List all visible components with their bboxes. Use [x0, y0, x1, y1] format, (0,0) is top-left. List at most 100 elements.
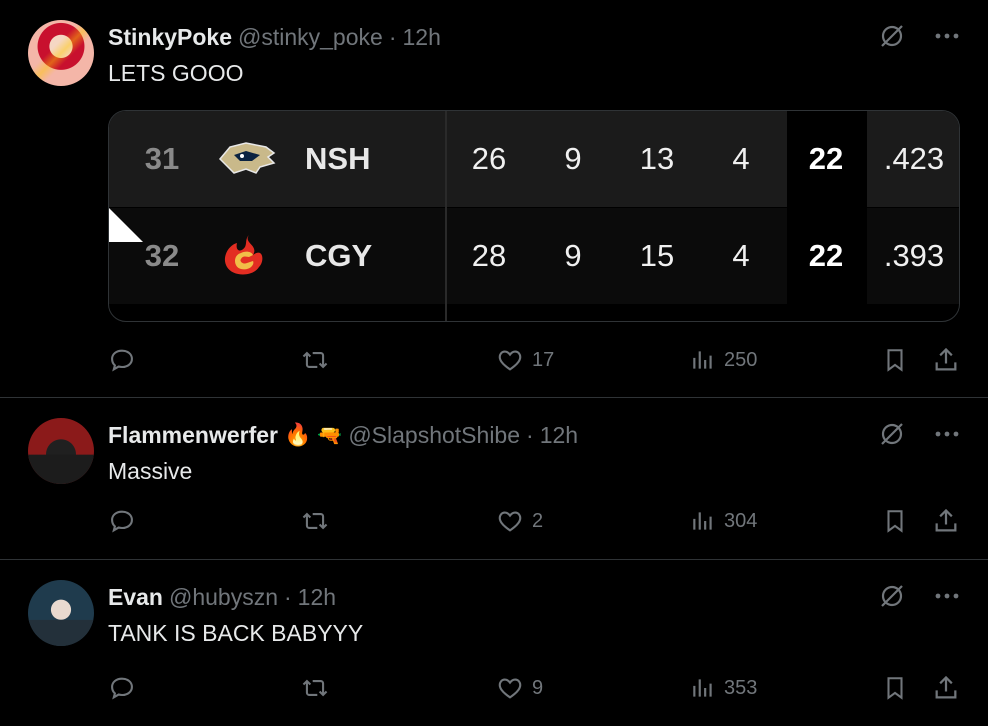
- tweet-top-actions: [878, 420, 960, 448]
- views-icon: [693, 679, 712, 697]
- tweet-actions: 2 304: [108, 505, 960, 537]
- predators-logo-icon: [209, 111, 285, 207]
- retweet-button[interactable]: [300, 346, 330, 374]
- view-count: 304: [724, 509, 758, 532]
- views-button[interactable]: 304: [690, 508, 757, 534]
- like-button[interactable]: 9: [496, 674, 543, 702]
- timeline-feed: StinkyPoke @stinky_poke · 12h LETS GOOO …: [0, 0, 988, 726]
- retweet-button[interactable]: [300, 674, 330, 702]
- reply-button[interactable]: [108, 346, 136, 374]
- more-icon[interactable]: [934, 430, 960, 438]
- tweet-actions: 9 353: [108, 672, 960, 704]
- views-button[interactable]: 353: [690, 675, 757, 701]
- separator-dot: ·: [388, 23, 397, 50]
- team-abbr: NSH: [305, 141, 371, 176]
- grok-icon[interactable]: [878, 420, 906, 448]
- display-name[interactable]: Flammenwerfer: [108, 422, 278, 449]
- more-icon[interactable]: [934, 592, 960, 600]
- tweet-text: Massive: [108, 458, 193, 484]
- like-button[interactable]: 2: [496, 507, 543, 535]
- share-button[interactable]: [932, 674, 960, 702]
- points: 22: [787, 208, 865, 304]
- tweet[interactable]: StinkyPoke @stinky_poke · 12h LETS GOOO …: [0, 0, 988, 398]
- view-count: 250: [724, 348, 758, 371]
- tweet-top-actions: [878, 582, 960, 610]
- flames-logo-icon: [209, 208, 285, 304]
- fire-emoji: 🔥: [284, 422, 312, 447]
- points-pct: .393: [867, 208, 959, 304]
- grok-icon[interactable]: [878, 582, 906, 610]
- points-pct: .423: [867, 111, 959, 207]
- like-button[interactable]: 17: [496, 346, 554, 374]
- column-divider: [865, 111, 867, 321]
- reply-icon: [111, 349, 133, 372]
- bookmark-button[interactable]: [882, 507, 908, 535]
- more-icon[interactable]: [934, 32, 960, 40]
- views-button[interactable]: 250: [690, 347, 757, 373]
- share-button[interactable]: [932, 507, 960, 535]
- display-name[interactable]: StinkyPoke: [108, 24, 232, 51]
- share-icon: [935, 675, 957, 699]
- user-handle[interactable]: @hubyszn: [169, 584, 278, 611]
- games-played: 26: [471, 141, 507, 176]
- timestamp[interactable]: 12h: [402, 24, 440, 51]
- timestamp[interactable]: 12h: [540, 422, 578, 449]
- views-icon: [693, 512, 712, 530]
- reply-button[interactable]: [108, 674, 136, 702]
- reply-button[interactable]: [108, 507, 136, 535]
- gun-emoji: 🔫: [317, 424, 343, 447]
- timestamp[interactable]: 12h: [298, 584, 336, 611]
- points: 22: [787, 111, 865, 207]
- standings-image-card[interactable]: 31 NSH 26 9 13 4 22 .423 32 CGY 28 9 15 …: [108, 110, 960, 322]
- display-name[interactable]: Evan: [108, 584, 163, 611]
- separator-dot: ·: [526, 421, 534, 448]
- losses: 15: [639, 238, 675, 273]
- like-count: 2: [532, 509, 544, 532]
- wins: 9: [564, 238, 582, 273]
- bookmark-icon: [887, 349, 903, 372]
- share-icon: [935, 508, 957, 532]
- tweet-actions: 17 250: [108, 344, 960, 376]
- like-count: 17: [532, 348, 555, 371]
- retweet-icon: [302, 351, 328, 369]
- tweet[interactable]: Flammenwerfer 🔥 🔫 @SlapshotShibe · 12h M…: [0, 398, 988, 560]
- tweet[interactable]: Evan @hubyszn · 12h TANK IS BACK BABYYY …: [0, 560, 988, 726]
- tweet-header: StinkyPoke @stinky_poke · 12h: [108, 22, 441, 52]
- corner-marker: [109, 208, 143, 242]
- avatar[interactable]: [28, 580, 94, 646]
- ot-losses: 4: [732, 141, 750, 176]
- avatar[interactable]: [28, 20, 94, 86]
- retweet-button[interactable]: [300, 507, 330, 535]
- bookmark-icon: [887, 510, 903, 533]
- losses: 13: [639, 141, 675, 176]
- separator-dot: ·: [284, 583, 292, 610]
- tweet-header: Evan @hubyszn · 12h: [108, 582, 336, 612]
- bookmark-button[interactable]: [882, 674, 908, 702]
- column-divider: [445, 111, 447, 321]
- like-count: 9: [532, 676, 544, 699]
- bookmark-button[interactable]: [882, 346, 908, 374]
- retweet-icon: [302, 512, 328, 530]
- share-button[interactable]: [932, 346, 960, 374]
- wins: 9: [564, 141, 582, 176]
- user-handle[interactable]: @SlapshotShibe: [348, 422, 520, 449]
- standings-row: 31 NSH 26 9 13 4 22 .423: [109, 111, 959, 207]
- tweet-text: TANK IS BACK BABYYY: [108, 620, 364, 646]
- bookmark-icon: [887, 677, 903, 700]
- retweet-icon: [302, 679, 328, 697]
- ot-losses: 4: [732, 238, 750, 273]
- like-icon: [498, 350, 522, 371]
- tweet-top-actions: [878, 22, 960, 50]
- grok-icon[interactable]: [878, 22, 906, 50]
- standings-row: 32 CGY 28 9 15 4 22 .393: [109, 208, 959, 304]
- tweet-header: Flammenwerfer 🔥 🔫 @SlapshotShibe · 12h: [108, 420, 578, 450]
- rank: 31: [144, 141, 180, 176]
- view-count: 353: [724, 676, 758, 699]
- views-icon: [693, 351, 712, 369]
- avatar[interactable]: [28, 418, 94, 484]
- reply-icon: [111, 510, 133, 533]
- like-icon: [498, 511, 522, 532]
- user-handle[interactable]: @stinky_poke: [238, 24, 383, 51]
- team-abbr: CGY: [305, 238, 373, 273]
- tweet-text: LETS GOOO: [108, 60, 244, 86]
